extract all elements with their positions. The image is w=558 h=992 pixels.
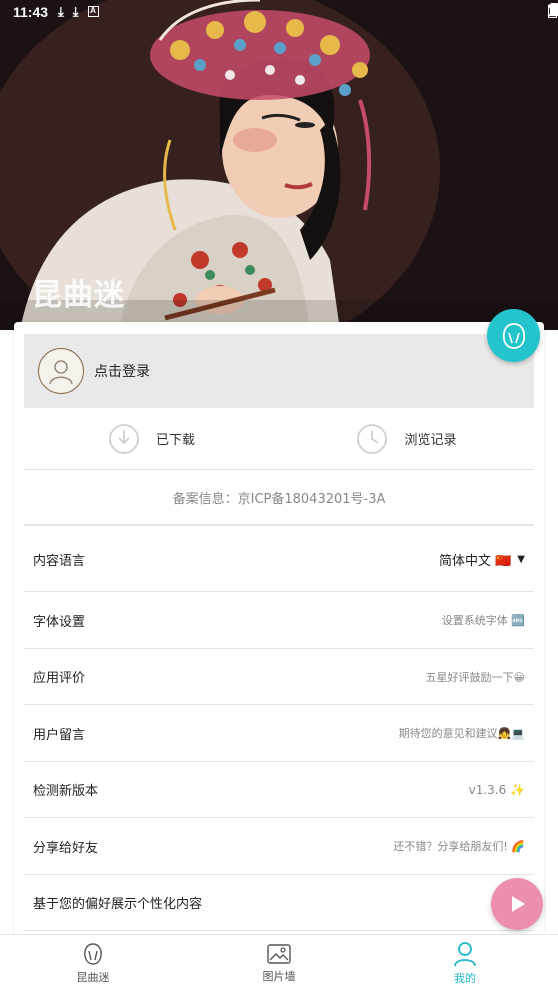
setting-label: 应用评价 xyxy=(33,671,86,686)
play-icon xyxy=(512,896,525,912)
language-value: 简体中文 🇨🇳 xyxy=(438,554,512,569)
bottom-nav: 昆曲迷 图片墙 我的 xyxy=(0,934,558,992)
caret-down-icon: ▼ xyxy=(517,554,525,565)
person-icon xyxy=(454,942,476,967)
opera-mask-icon xyxy=(84,943,102,965)
download-circle-icon xyxy=(109,423,139,454)
setting-rate-app[interactable]: 应用评价 五星好评鼓励一下😀 xyxy=(24,649,534,705)
clock-icon xyxy=(357,423,388,454)
tab-label: 我的 xyxy=(454,972,476,985)
setting-value: 五星好评鼓励一下😀 xyxy=(425,670,525,684)
tab-picture-wall[interactable]: 图片墙 xyxy=(186,935,372,992)
setting-value: 还不错？分享给朋友们! 🌈 xyxy=(393,840,525,853)
hero-image: 11:43 ⤓ ⤓ A 昆曲迷 xyxy=(0,0,558,330)
opera-mask-fab[interactable] xyxy=(487,309,540,362)
setting-share[interactable]: 分享给好友 还不错？分享给朋友们! 🌈 xyxy=(24,818,534,875)
setting-label: 基于您的偏好展示个性化内容 xyxy=(33,897,203,912)
tab-kunqumi[interactable]: 昆曲迷 xyxy=(0,935,186,992)
tab-mine[interactable]: 我的 xyxy=(372,935,558,992)
app-watermark: 昆曲迷 xyxy=(32,278,125,313)
quick-actions: 已下载 浏览记录 xyxy=(24,408,534,470)
setting-personalization[interactable]: 基于您的偏好展示个性化内容 xyxy=(24,875,538,931)
image-icon xyxy=(267,944,291,964)
setting-label: 内容语言 xyxy=(33,554,86,569)
status-notification-icons: ⤓ ⤓ A xyxy=(58,4,99,20)
opera-mask-icon xyxy=(502,322,525,349)
setting-value: v1.3.6 ✨ xyxy=(468,782,525,797)
downloads-button[interactable]: 已下载 xyxy=(24,408,279,469)
setting-font[interactable]: 字体设置 设置系统字体 🔤 xyxy=(24,592,534,649)
setting-label: 用户留言 xyxy=(33,727,86,743)
login-button[interactable]: 点击登录 xyxy=(24,334,534,408)
history-label: 浏览记录 xyxy=(404,433,457,448)
setting-value: 设置系统字体 🔤 xyxy=(441,614,525,627)
download-icon: ⤓ xyxy=(58,4,64,19)
status-time: 11:43 xyxy=(13,4,49,20)
avatar xyxy=(38,348,84,394)
setting-feedback[interactable]: 用户留言 期待您的意见和建议👧💻 xyxy=(24,705,534,762)
setting-content-language[interactable]: 内容语言 简体中文 🇨🇳 ▼ xyxy=(24,528,534,592)
login-label: 点击登录 xyxy=(94,364,150,380)
setting-label: 分享给好友 xyxy=(33,840,99,856)
setting-value: 期待您的意见和建议👧💻 xyxy=(398,727,525,740)
setting-label: 字体设置 xyxy=(33,614,86,630)
tab-label: 图片墙 xyxy=(262,970,296,983)
history-button[interactable]: 浏览记录 xyxy=(279,408,534,469)
icp-record[interactable]: 备案信息：京ICP备18043201号-3A xyxy=(24,470,534,526)
setting-check-update[interactable]: 检测新版本 v1.3.6 ✨ xyxy=(24,762,534,818)
battery-icon xyxy=(548,3,557,18)
downloads-label: 已下载 xyxy=(155,433,195,448)
default-avatar-icon xyxy=(49,360,73,385)
play-fab[interactable] xyxy=(491,878,543,930)
a-badge-icon: A xyxy=(87,6,99,17)
download-icon: ⤓ xyxy=(72,4,79,19)
setting-label: 检测新版本 xyxy=(33,784,99,799)
language-select[interactable]: 简体中文 🇨🇳 ▼ xyxy=(439,550,525,569)
status-bar: 11:43 ⤓ ⤓ A xyxy=(0,0,558,26)
settings-list: 内容语言 简体中文 🇨🇳 ▼ 字体设置 设置系统字体 🔤 应用评价 五星好评鼓励… xyxy=(24,528,538,931)
profile-card: 点击登录 已下载 浏览记录 备案信息：京ICP备18043201号-3A 内容语… xyxy=(14,322,544,934)
tab-label: 昆曲迷 xyxy=(76,971,110,984)
